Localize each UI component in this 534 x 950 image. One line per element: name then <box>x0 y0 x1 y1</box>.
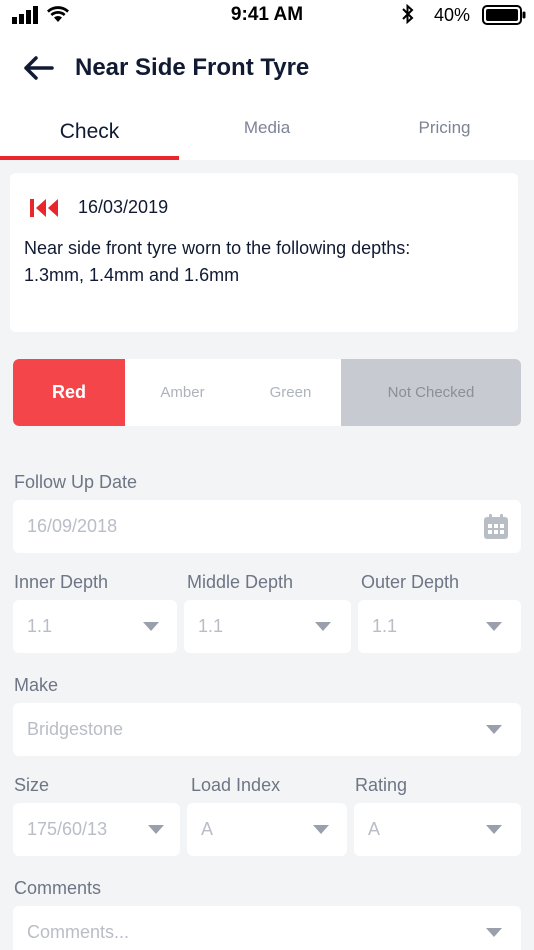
active-tab-indicator <box>0 156 179 160</box>
rating-select[interactable]: A <box>354 803 521 856</box>
middle-depth-select[interactable]: 1.1 <box>184 600 351 653</box>
load-index-label: Load Index <box>191 775 281 795</box>
note-text: Near side front tyre worn to the followi… <box>24 235 504 289</box>
middle-depth-value: 1.1 <box>198 616 224 636</box>
bluetooth-icon <box>402 4 414 24</box>
make-value: Bridgestone <box>27 719 124 739</box>
size-value: 175/60/13 <box>27 819 108 839</box>
rating-value: A <box>368 819 381 839</box>
outer-depth-value: 1.1 <box>372 616 398 636</box>
follow-up-date-value: 16/09/2018 <box>27 516 118 536</box>
load-index-value: A <box>201 819 214 839</box>
rating-label: Rating <box>355 775 408 795</box>
note-line-1: Near side front tyre worn to the followi… <box>24 238 411 258</box>
middle-depth-label: Middle Depth <box>187 572 294 592</box>
chevron-down-icon <box>148 825 164 834</box>
comments-placeholder: Comments... <box>27 922 130 942</box>
inner-depth-value: 1.1 <box>27 616 53 636</box>
chevron-down-icon <box>486 725 502 734</box>
tab-media[interactable]: Media <box>179 118 355 160</box>
comments-label: Comments <box>14 878 102 898</box>
status-amber-button[interactable]: Amber <box>125 359 240 426</box>
make-select[interactable]: Bridgestone <box>13 703 521 756</box>
outer-depth-select[interactable]: 1.1 <box>358 600 521 653</box>
status-green-button[interactable]: Green <box>240 359 341 426</box>
note-line-2: 1.3mm, 1.4mm and 1.6mm <box>24 265 240 285</box>
previous-note-card: 16/03/2019 Near side front tyre worn to … <box>10 173 518 332</box>
inner-depth-select[interactable]: 1.1 <box>13 600 177 653</box>
follow-up-date-label: Follow Up Date <box>14 472 138 492</box>
tab-pricing[interactable]: Pricing <box>355 118 534 160</box>
status-red-button[interactable]: Red <box>13 359 125 426</box>
size-select[interactable]: 175/60/13 <box>13 803 180 856</box>
outer-depth-label: Outer Depth <box>361 572 460 592</box>
chevron-down-icon <box>486 825 502 834</box>
calendar-icon[interactable] <box>483 514 509 540</box>
chevron-down-icon <box>315 622 331 631</box>
page-title: Near Side Front Tyre <box>75 54 310 81</box>
chevron-down-icon <box>313 825 329 834</box>
comments-field[interactable]: Comments... <box>13 906 521 950</box>
size-label: Size <box>14 775 50 795</box>
battery-icon <box>482 5 526 25</box>
status-selector: Red Amber Green Not Checked <box>13 359 521 426</box>
battery-percent: 40% <box>434 5 471 25</box>
rewind-icon <box>30 199 58 217</box>
make-label: Make <box>14 675 59 695</box>
arrow-left-icon[interactable] <box>22 54 56 82</box>
chevron-down-icon <box>486 928 502 937</box>
header: Near Side Front Tyre Check Media Pricing <box>0 30 534 160</box>
chevron-down-icon <box>486 622 502 631</box>
status-bar: 9:41 AM 40% <box>0 0 534 30</box>
follow-up-date-field[interactable]: 16/09/2018 <box>13 500 521 553</box>
note-date: 16/03/2019 <box>78 197 169 217</box>
chevron-down-icon <box>143 622 159 631</box>
status-not-checked-button[interactable]: Not Checked <box>341 359 521 426</box>
load-index-select[interactable]: A <box>187 803 347 856</box>
inner-depth-label: Inner Depth <box>14 572 109 592</box>
